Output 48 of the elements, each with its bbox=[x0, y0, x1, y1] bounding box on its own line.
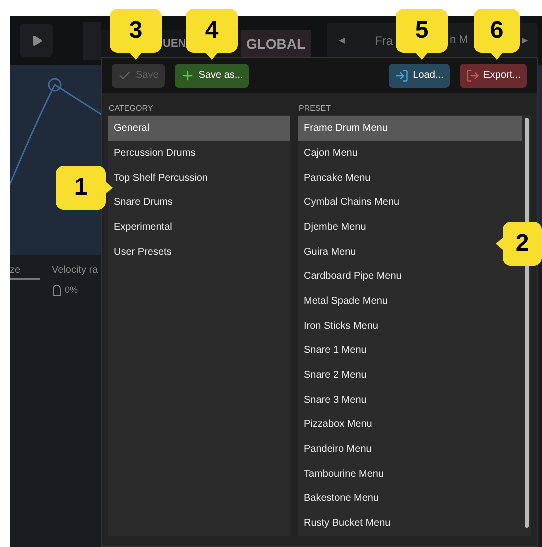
import-icon bbox=[395, 68, 410, 83]
previous-arrow[interactable]: ◀ bbox=[339, 34, 345, 46]
next-arrow[interactable]: ▶ bbox=[522, 34, 528, 46]
plus-icon bbox=[180, 68, 195, 83]
callout-pointer-icon bbox=[496, 238, 503, 250]
preset-item[interactable]: Tambourine Menu bbox=[298, 462, 488, 487]
preset-item[interactable]: Iron Sticks Menu bbox=[298, 314, 488, 338]
export-icon bbox=[466, 68, 480, 83]
parameter-label: Velocity ra bbox=[52, 264, 98, 278]
preset-item[interactable]: Snare 2 Menu bbox=[298, 363, 488, 388]
preset-item[interactable]: Snare 3 Menu bbox=[298, 388, 488, 413]
callout-pointer-icon bbox=[130, 53, 142, 60]
preset-item[interactable]: Pizzabox Menu bbox=[298, 412, 488, 438]
column-heading: PRESET bbox=[298, 103, 332, 116]
category-item[interactable]: Experimental bbox=[108, 215, 298, 240]
preset-item[interactable]: Pancake Menu bbox=[298, 166, 488, 190]
preset-name: n M bbox=[450, 33, 468, 48]
preset-item[interactable]: Frame Drum Menu bbox=[298, 116, 522, 141]
toolbar-button[interactable]: Load... bbox=[389, 64, 450, 88]
preset-item[interactable]: Cajon Menu bbox=[298, 141, 488, 166]
toolbar-button[interactable]: Save as... bbox=[174, 64, 250, 88]
callout-pointer-icon bbox=[106, 182, 113, 194]
preset-name: Fra bbox=[375, 32, 393, 50]
parameter-value: 0% bbox=[65, 284, 78, 297]
play-icon bbox=[30, 34, 42, 46]
preset-item[interactable]: Snare 1 Menu bbox=[298, 338, 488, 364]
parameter-label: ze bbox=[10, 263, 40, 280]
category-item[interactable]: Top Shelf Percussion bbox=[108, 166, 298, 190]
preset-item[interactable]: Djembe Menu bbox=[298, 215, 488, 240]
category-item[interactable]: Snare Drums bbox=[108, 190, 298, 216]
callout-pointer-icon bbox=[491, 53, 503, 60]
callout-pointer-icon bbox=[416, 53, 428, 60]
toolbar-button[interactable]: Export... bbox=[460, 64, 527, 88]
preset-item[interactable]: Pandeiro Menu bbox=[298, 437, 488, 462]
play-button[interactable] bbox=[20, 24, 53, 57]
callout-pointer-icon bbox=[206, 53, 218, 60]
preset-item[interactable]: Cymbal Chains Menu bbox=[298, 190, 488, 216]
mode-tab[interactable]: GLOBAL bbox=[241, 30, 311, 60]
preset-item[interactable]: Metal Spade Menu bbox=[298, 289, 488, 314]
category-item[interactable]: User Presets bbox=[108, 240, 298, 264]
knob-icon bbox=[53, 285, 61, 296]
category-item[interactable]: Percussion Drums bbox=[108, 141, 298, 166]
preset-item[interactable]: Guira Menu bbox=[298, 240, 488, 264]
category-item[interactable]: General bbox=[108, 116, 290, 141]
preset-item[interactable]: Rusty Bucket Menu bbox=[298, 511, 488, 536]
column-heading: CATEGORY bbox=[108, 103, 154, 116]
preset-item[interactable]: Bakestone Menu bbox=[298, 486, 488, 512]
preset-item[interactable]: Cardboard Pipe Menu bbox=[298, 264, 488, 290]
